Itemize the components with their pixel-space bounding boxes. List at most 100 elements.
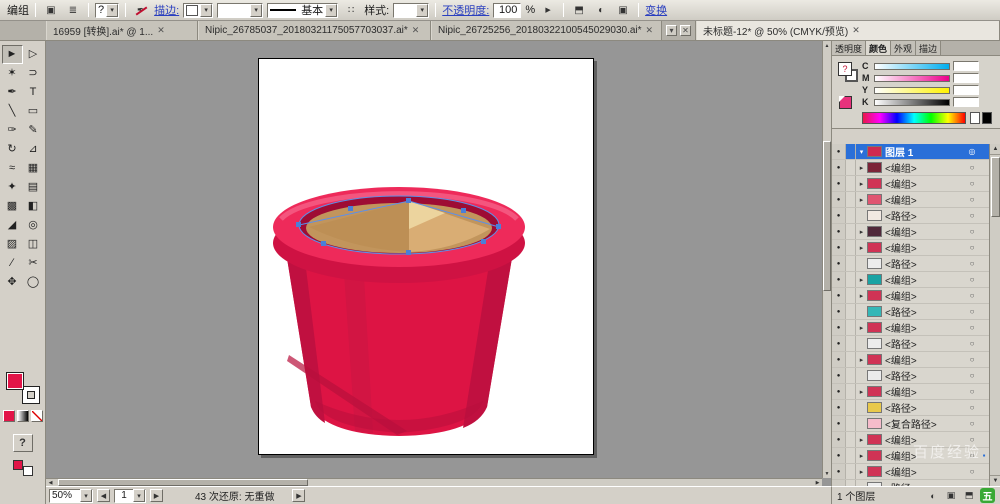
lock-cell[interactable]: [846, 272, 856, 287]
target-circle-icon[interactable]: ○: [965, 291, 979, 300]
stroke-swatch[interactable]: [21, 386, 40, 404]
selection-tool[interactable]: ►: [1, 45, 23, 64]
panel-tab-外观[interactable]: 外观: [891, 41, 917, 55]
visibility-eye-icon[interactable]: ●: [832, 304, 846, 319]
layer-row[interactable]: ● ▸ <编组> ○: [832, 224, 989, 240]
expand-arrow-icon[interactable]: ▸: [856, 292, 867, 300]
layer-row[interactable]: ● <路径> ○: [832, 400, 989, 416]
target-circle-icon[interactable]: ○: [965, 259, 979, 268]
lock-cell[interactable]: [846, 448, 856, 463]
opacity-link[interactable]: 不透明度:: [442, 2, 489, 18]
layer-row[interactable]: ● <路径> ○: [832, 336, 989, 352]
make-clip-mask-button[interactable]: ◐: [926, 489, 940, 502]
delete-layer-button[interactable]: ⬒: [962, 489, 976, 502]
hand-tool[interactable]: ✥: [2, 273, 23, 292]
none-mode-button[interactable]: [30, 410, 43, 422]
layer-row[interactable]: ● ▸ <编组> ○: [832, 384, 989, 400]
lasso-tool[interactable]: ⊃: [23, 64, 44, 83]
close-icon[interactable]: ✕: [852, 25, 860, 36]
target-circle-icon[interactable]: ◎: [965, 147, 979, 156]
opacity-spinner[interactable]: ▶: [539, 2, 557, 19]
visibility-eye-icon[interactable]: ●: [832, 336, 846, 351]
visibility-eye-icon[interactable]: ●: [832, 464, 846, 479]
layer-row[interactable]: ● <路径> ○: [832, 368, 989, 384]
channel-slider[interactable]: [874, 86, 950, 94]
visibility-eye-icon[interactable]: ●: [832, 176, 846, 191]
visibility-eye-icon[interactable]: ●: [832, 432, 846, 447]
target-circle-icon[interactable]: ○: [965, 323, 979, 332]
close-icon[interactable]: ✕: [412, 25, 420, 36]
lock-cell[interactable]: [846, 368, 856, 383]
scroll-down-icon[interactable]: ▼: [823, 469, 831, 478]
expand-arrow-icon[interactable]: ▸: [856, 324, 867, 332]
target-circle-icon[interactable]: ○: [965, 419, 979, 428]
black-chip[interactable]: [982, 112, 992, 124]
scroll-left-icon[interactable]: ◀: [46, 479, 55, 486]
document-tab[interactable]: Nipic_26785037_20180321175057703037.ai* ✕: [198, 21, 431, 40]
graphic-styles-button[interactable]: ∷: [342, 2, 360, 19]
crop-marks-button[interactable]: ▣: [614, 2, 632, 19]
panel-tab-描边[interactable]: 描边: [916, 41, 942, 55]
target-circle-icon[interactable]: ○: [965, 355, 979, 364]
target-circle-icon[interactable]: ○: [965, 403, 979, 412]
lock-cell[interactable]: [846, 336, 856, 351]
scissors-tool[interactable]: ✂: [23, 254, 44, 273]
visibility-eye-icon[interactable]: ●: [832, 192, 846, 207]
channel-slider[interactable]: [874, 74, 950, 82]
target-circle-icon[interactable]: ○: [965, 211, 979, 220]
channel-value-input[interactable]: [953, 73, 979, 83]
layer-row[interactable]: ● ▸ <编组> ○: [832, 272, 989, 288]
tab-menu-icon[interactable]: ▾: [666, 25, 677, 36]
lock-cell[interactable]: [846, 400, 856, 415]
layer-row[interactable]: ● ▸ <编组> ○: [832, 240, 989, 256]
target-circle-icon[interactable]: ○: [965, 179, 979, 188]
expand-arrow-icon[interactable]: ▸: [856, 436, 867, 444]
prev-page-button[interactable]: ◀: [97, 489, 110, 502]
channel-value-input[interactable]: [953, 61, 979, 71]
canvas-area[interactable]: ▲ ▼ ◀ ▶: [46, 41, 831, 486]
lock-cell[interactable]: [846, 464, 856, 479]
transform-link[interactable]: 变换: [645, 2, 667, 18]
graph-tool[interactable]: ▤: [23, 178, 44, 197]
page-dropdown[interactable]: 1 ▾: [114, 488, 146, 503]
current-color-swatch[interactable]: [839, 96, 852, 109]
target-circle-icon[interactable]: ○: [965, 371, 979, 380]
tab-close-icon[interactable]: ✕: [680, 25, 691, 36]
expand-arrow-icon[interactable]: ▸: [856, 452, 867, 460]
visibility-eye-icon[interactable]: ●: [832, 368, 846, 383]
fill-stroke-indicator[interactable]: ?: [838, 62, 858, 82]
live-paint-bucket-tool[interactable]: ▨: [2, 235, 23, 254]
lock-cell[interactable]: [846, 160, 856, 175]
target-circle-icon[interactable]: ○: [965, 163, 979, 172]
style-dropdown[interactable]: ▾: [393, 2, 430, 18]
target-circle-icon[interactable]: ○: [965, 435, 979, 444]
document-tab[interactable]: 未标题-12* @ 50% (CMYK/预览) ✕: [696, 21, 1000, 40]
stroke-color-dropdown[interactable]: ▾: [183, 2, 214, 18]
target-circle-icon[interactable]: ○: [965, 467, 979, 476]
expand-arrow-icon[interactable]: ▸: [856, 468, 867, 476]
zoom-dropdown[interactable]: 50% ▾: [49, 488, 93, 503]
layer-row[interactable]: ● <路径> ○: [832, 256, 989, 272]
visibility-eye-icon[interactable]: ●: [832, 256, 846, 271]
select-similar-button[interactable]: ≣: [64, 2, 82, 19]
panel-tab-颜色[interactable]: 颜色: [866, 41, 892, 55]
scroll-up-icon[interactable]: ▲: [823, 41, 831, 50]
isolation-mode-button[interactable]: ▣: [42, 2, 60, 19]
visibility-eye-icon[interactable]: ●: [832, 400, 846, 415]
lock-cell[interactable]: [846, 192, 856, 207]
quick-reference-dropdown[interactable]: ? ▾: [95, 2, 120, 18]
expand-arrow-icon[interactable]: ▸: [856, 196, 867, 204]
lock-cell[interactable]: [846, 352, 856, 367]
layer-row[interactable]: ● <路径> ○: [832, 208, 989, 224]
lock-cell[interactable]: [846, 144, 856, 159]
color-mode-button[interactable]: [2, 410, 15, 422]
free-transform-tool[interactable]: ▦: [23, 159, 44, 178]
scale-tool[interactable]: ⊿: [23, 140, 44, 159]
target-circle-icon[interactable]: ○: [965, 227, 979, 236]
visibility-eye-icon[interactable]: ●: [832, 224, 846, 239]
visibility-eye-icon[interactable]: ●: [832, 352, 846, 367]
lock-cell[interactable]: [846, 224, 856, 239]
gradient-tool[interactable]: ◧: [23, 197, 44, 216]
line-segment-tool[interactable]: ╲: [2, 102, 23, 121]
scroll-right-icon[interactable]: ▶: [813, 479, 822, 486]
